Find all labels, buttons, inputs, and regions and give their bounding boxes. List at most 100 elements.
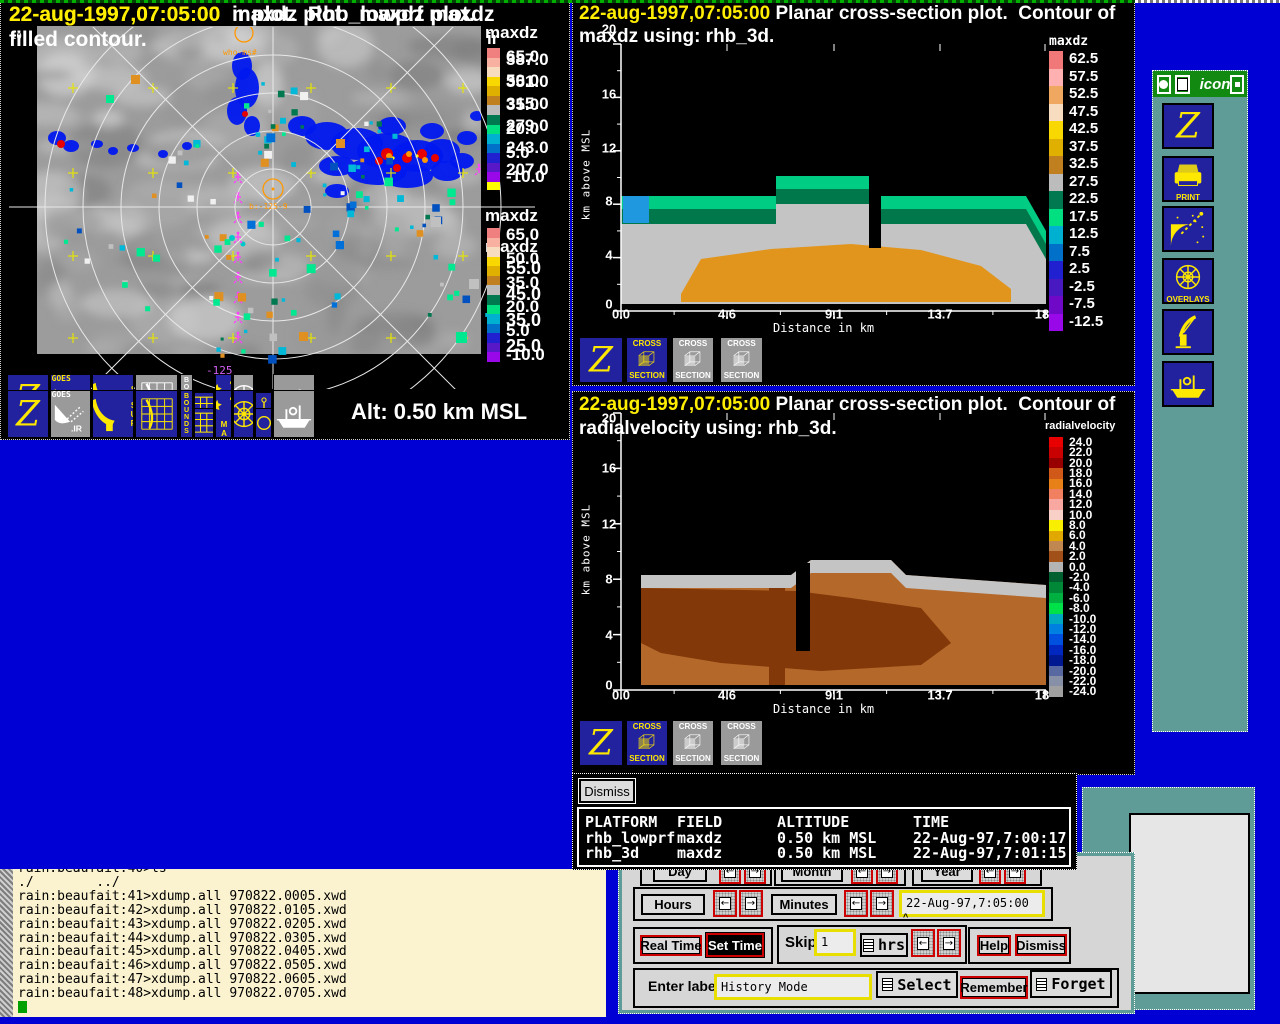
colorbar-tick: 17.5	[1069, 208, 1098, 225]
minutes-button[interactable]: Minutes	[771, 894, 837, 915]
ppi-panel-title: 22-aug-1997,07:05:00 maxdz plot. maxdz p…	[9, 3, 475, 27]
terminal-window[interactable]: rain:beaufait:40>ls ./ ../ rain:beaufait…	[0, 869, 606, 1017]
velocity-cross-section-plot[interactable]	[611, 406, 1051, 706]
step-back-button[interactable]: ←	[844, 890, 868, 917]
zeb-logo-button[interactable]: Z	[7, 390, 49, 438]
step-back-button[interactable]: ←	[713, 890, 737, 917]
platform-table-cell: 22-Aug-97,7:01:15	[913, 844, 1067, 862]
field-label: Enter label:	[648, 978, 724, 994]
map-icon-button[interactable]: MAP	[215, 390, 232, 438]
grid-track-icon-button[interactable]	[135, 390, 178, 438]
step-forward-button[interactable]: →	[739, 890, 763, 917]
time-control-window: Day←→Month←→Year←→Hours←→Minutes←→22-Aug…	[618, 852, 1135, 1014]
colorbar	[487, 228, 500, 362]
help-button[interactable]: Help	[977, 935, 1011, 956]
cross-section-button[interactable]: CROSS SECTION	[672, 720, 714, 766]
colorbar-tick: 42.5	[1069, 120, 1098, 137]
altitude-readout: Alt: 0.50 km MSL	[351, 399, 527, 425]
overlays-icon-button[interactable]: OVERLAYS	[1162, 258, 1214, 304]
dismiss-button[interactable]: Dismiss	[579, 779, 635, 803]
xsec2-ylabel: km above MSL	[580, 480, 593, 620]
empty-list-panel[interactable]	[1129, 813, 1250, 994]
zeb-logo-button[interactable]: Z	[1162, 103, 1214, 149]
surveillance-radar-icon-button[interactable]: SUR	[92, 390, 134, 438]
ship-icon-button[interactable]	[1162, 361, 1214, 407]
dismiss-button[interactable]: Dismiss	[1015, 934, 1067, 956]
colorbar-tick: 47.5	[1069, 103, 1098, 120]
maxdz-cross-section-plot[interactable]	[611, 37, 1051, 327]
icon-window-title: icon	[1200, 76, 1231, 93]
text-caret: ^	[903, 912, 908, 922]
icon-window-titlebar[interactable]: icon	[1153, 71, 1247, 97]
set-time-button[interactable]: Set Time	[706, 933, 764, 957]
xsec1-ylabel: km above MSL	[580, 105, 593, 245]
bounds-icon-button[interactable]: BOUNDS	[180, 390, 193, 438]
remember-button[interactable]: Remember	[960, 976, 1028, 999]
cross-section-button[interactable]: CROSS SECTION	[720, 337, 763, 383]
grid-icon-button[interactable]	[194, 408, 214, 438]
skip-input[interactable]: 1	[814, 929, 856, 956]
svg-text:Z: Z	[1175, 107, 1201, 145]
zeb-logo-button[interactable]: Z	[579, 720, 623, 766]
cross-section-button[interactable]: CROSS SECTION	[626, 720, 668, 766]
platform-field-dialog: Dismiss PLATFORMFIELDALTITUDETIMErhb_low…	[572, 773, 1077, 870]
cross-section-button[interactable]: CROSS SECTION	[626, 337, 668, 383]
real-time-button[interactable]: Real Time	[640, 935, 702, 956]
colorbar-tick: -12.5	[1069, 313, 1103, 330]
colorbar	[1049, 437, 1063, 697]
forget-menu-button[interactable]: Forget	[1030, 970, 1112, 998]
colorbar-tick: 32.5	[1069, 155, 1098, 172]
platform-table: PLATFORMFIELDALTITUDETIMErhb_lowprfmaxdz…	[577, 807, 1071, 867]
colorbar-tick: 2.5	[1069, 260, 1090, 277]
field-label: Skip	[785, 934, 817, 951]
colorbar-title: maxdz	[485, 23, 538, 43]
label-input[interactable]: History Mode	[714, 974, 872, 1000]
xsec1-subtitle: maxdz using: rhb_3d.	[579, 26, 774, 48]
cross-section-button[interactable]: CROSS SECTION	[720, 720, 763, 766]
colorbar-tick: 65.0	[506, 225, 539, 245]
units-menu-button[interactable]: hrs	[860, 933, 908, 957]
terminal-text: rain:beaufait:40>ls ./ ../ rain:beaufait…	[18, 869, 347, 1015]
window-iconify-icon[interactable]	[1230, 75, 1244, 94]
window-menu-icon[interactable]	[1175, 75, 1190, 94]
xsec2-title: 22-aug-1997,07:05:00 Planar cross-sectio…	[579, 394, 1115, 416]
colorbar-title: radialvelocity	[1045, 420, 1115, 432]
cross-section-button[interactable]: CROSS SECTION	[672, 337, 714, 383]
polar-grid-icon-button[interactable]	[233, 390, 254, 438]
cross-section-maxdz-panel: 22-aug-1997,07:05:00 Planar cross-sectio…	[572, 0, 1135, 386]
colorbar-tick: 22.5	[1069, 190, 1098, 207]
svg-text:Z: Z	[588, 341, 614, 379]
colorbar-tick: 5.0	[506, 143, 530, 163]
step-back-button[interactable]: ←	[911, 929, 935, 957]
step-forward-button[interactable]: →	[937, 929, 961, 957]
time-control-dialog: Day←→Month←→Year←→Hours←→Minutes←→22-Aug…	[622, 856, 1131, 1010]
colorbar	[487, 48, 500, 182]
colorbar-tick: 37.5	[1069, 138, 1098, 155]
svg-text:Z: Z	[588, 724, 614, 762]
colorbar	[1049, 51, 1063, 331]
zeb-logo-button[interactable]: Z	[579, 337, 623, 383]
time-input[interactable]: 22-Aug-97,7:05:00	[899, 890, 1045, 917]
ship-icon-button[interactable]	[273, 390, 315, 438]
timestamp: 22-aug-1997,07:05:00	[579, 3, 770, 24]
terminal-scrollbar[interactable]	[0, 869, 13, 1017]
goes-ir-icon-button[interactable]: GOES .IR	[50, 390, 91, 438]
timestamp: 22-aug-1997,07:05:00	[579, 394, 770, 415]
svg-text:who-ms#: who-ms#	[223, 48, 257, 57]
colorbar-tick: 50.0	[506, 249, 539, 269]
platform-table-cell: maxdz	[677, 844, 722, 862]
colorbar-tick: 12.5	[1069, 225, 1098, 242]
print-icon-button[interactable]: PRINT	[1162, 156, 1214, 202]
colorbar-tick: -24.0	[1069, 684, 1096, 698]
hours-button[interactable]: Hours	[641, 894, 705, 915]
circle-icon-button[interactable]	[255, 408, 272, 438]
colorbar-tick: 50.0	[506, 71, 539, 91]
satellite-icon-button[interactable]	[1162, 206, 1214, 252]
ir-panel-subtitle: filled contour.	[9, 28, 147, 52]
xsec2-subtitle: radialvelocity using: rhb_3d.	[579, 418, 837, 440]
antenna-icon-button[interactable]	[1162, 309, 1214, 355]
step-forward-button[interactable]: →	[870, 890, 894, 917]
xsec1-title: 22-aug-1997,07:05:00 Planar cross-sectio…	[579, 3, 1115, 25]
select-menu-button[interactable]: Select	[876, 971, 958, 998]
window-menu-circle-icon[interactable]	[1157, 75, 1171, 94]
